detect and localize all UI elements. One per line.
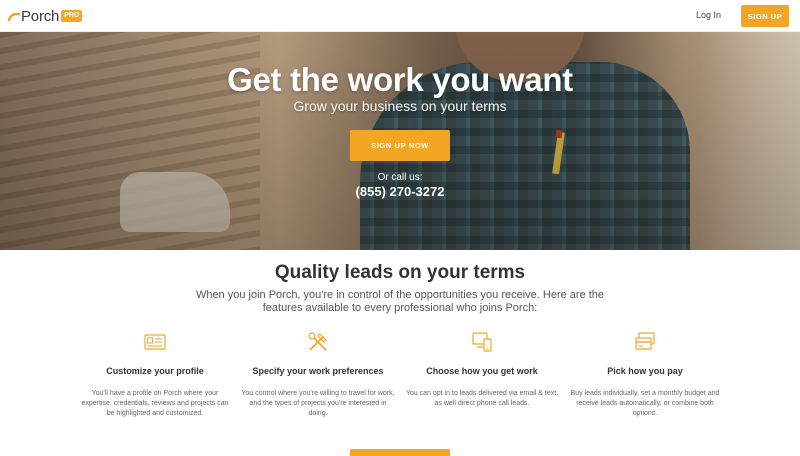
feature-title: Pick how you pay	[607, 366, 683, 376]
feature-title: Specify your work preferences	[252, 366, 384, 376]
profile-card-icon	[143, 330, 167, 354]
bottom-signup-button[interactable]	[350, 449, 450, 456]
devices-icon	[470, 330, 494, 354]
feature-description: Buy leads individually, set a monthly bu…	[570, 390, 720, 417]
cards-icon	[633, 330, 657, 354]
porch-logo-icon	[7, 10, 21, 22]
logo-wordmark: Porch	[21, 7, 60, 25]
tools-icon	[306, 330, 330, 354]
feature-pick-pay: Pick how you pay Buy leads individually,…	[560, 330, 730, 419]
features-intro: When you join Porch, you're in control o…	[195, 289, 605, 314]
feature-title: Customize your profile	[106, 366, 204, 376]
pro-badge: PRO	[61, 10, 83, 22]
signup-now-button[interactable]: SIGN UP NOW	[350, 130, 450, 161]
feature-customize-profile: Customize your profile You'll have a pro…	[70, 330, 240, 419]
hero-subtitle: Grow your business on your terms	[293, 98, 507, 114]
phone-number[interactable]: (855) 270-3272	[0, 184, 800, 199]
porch-pro-logo[interactable]: Porch PRO	[7, 7, 83, 25]
login-link[interactable]: Log In	[696, 10, 721, 20]
feature-title: Choose how you get work	[426, 366, 538, 376]
features-title: Quality leads on your terms	[274, 262, 526, 283]
hero-title: Get the work you want	[227, 61, 573, 98]
feature-description: You can opt in to leads delivered via em…	[405, 390, 559, 407]
call-us-label: Or call us:	[377, 172, 423, 183]
feature-work-preferences: Specify your work preferences You contro…	[233, 330, 403, 419]
feature-description: You control where you're willing to trav…	[241, 390, 395, 417]
hero-banner: Get the work you want Grow your business…	[0, 32, 800, 250]
feature-choose-how: Choose how you get work You can opt in t…	[397, 330, 567, 409]
signup-button[interactable]: SIGN UP	[741, 5, 789, 27]
feature-description: You'll have a profile on Porch where you…	[81, 390, 229, 417]
top-nav-bar: Porch PRO Log In SIGN UP	[0, 0, 800, 32]
